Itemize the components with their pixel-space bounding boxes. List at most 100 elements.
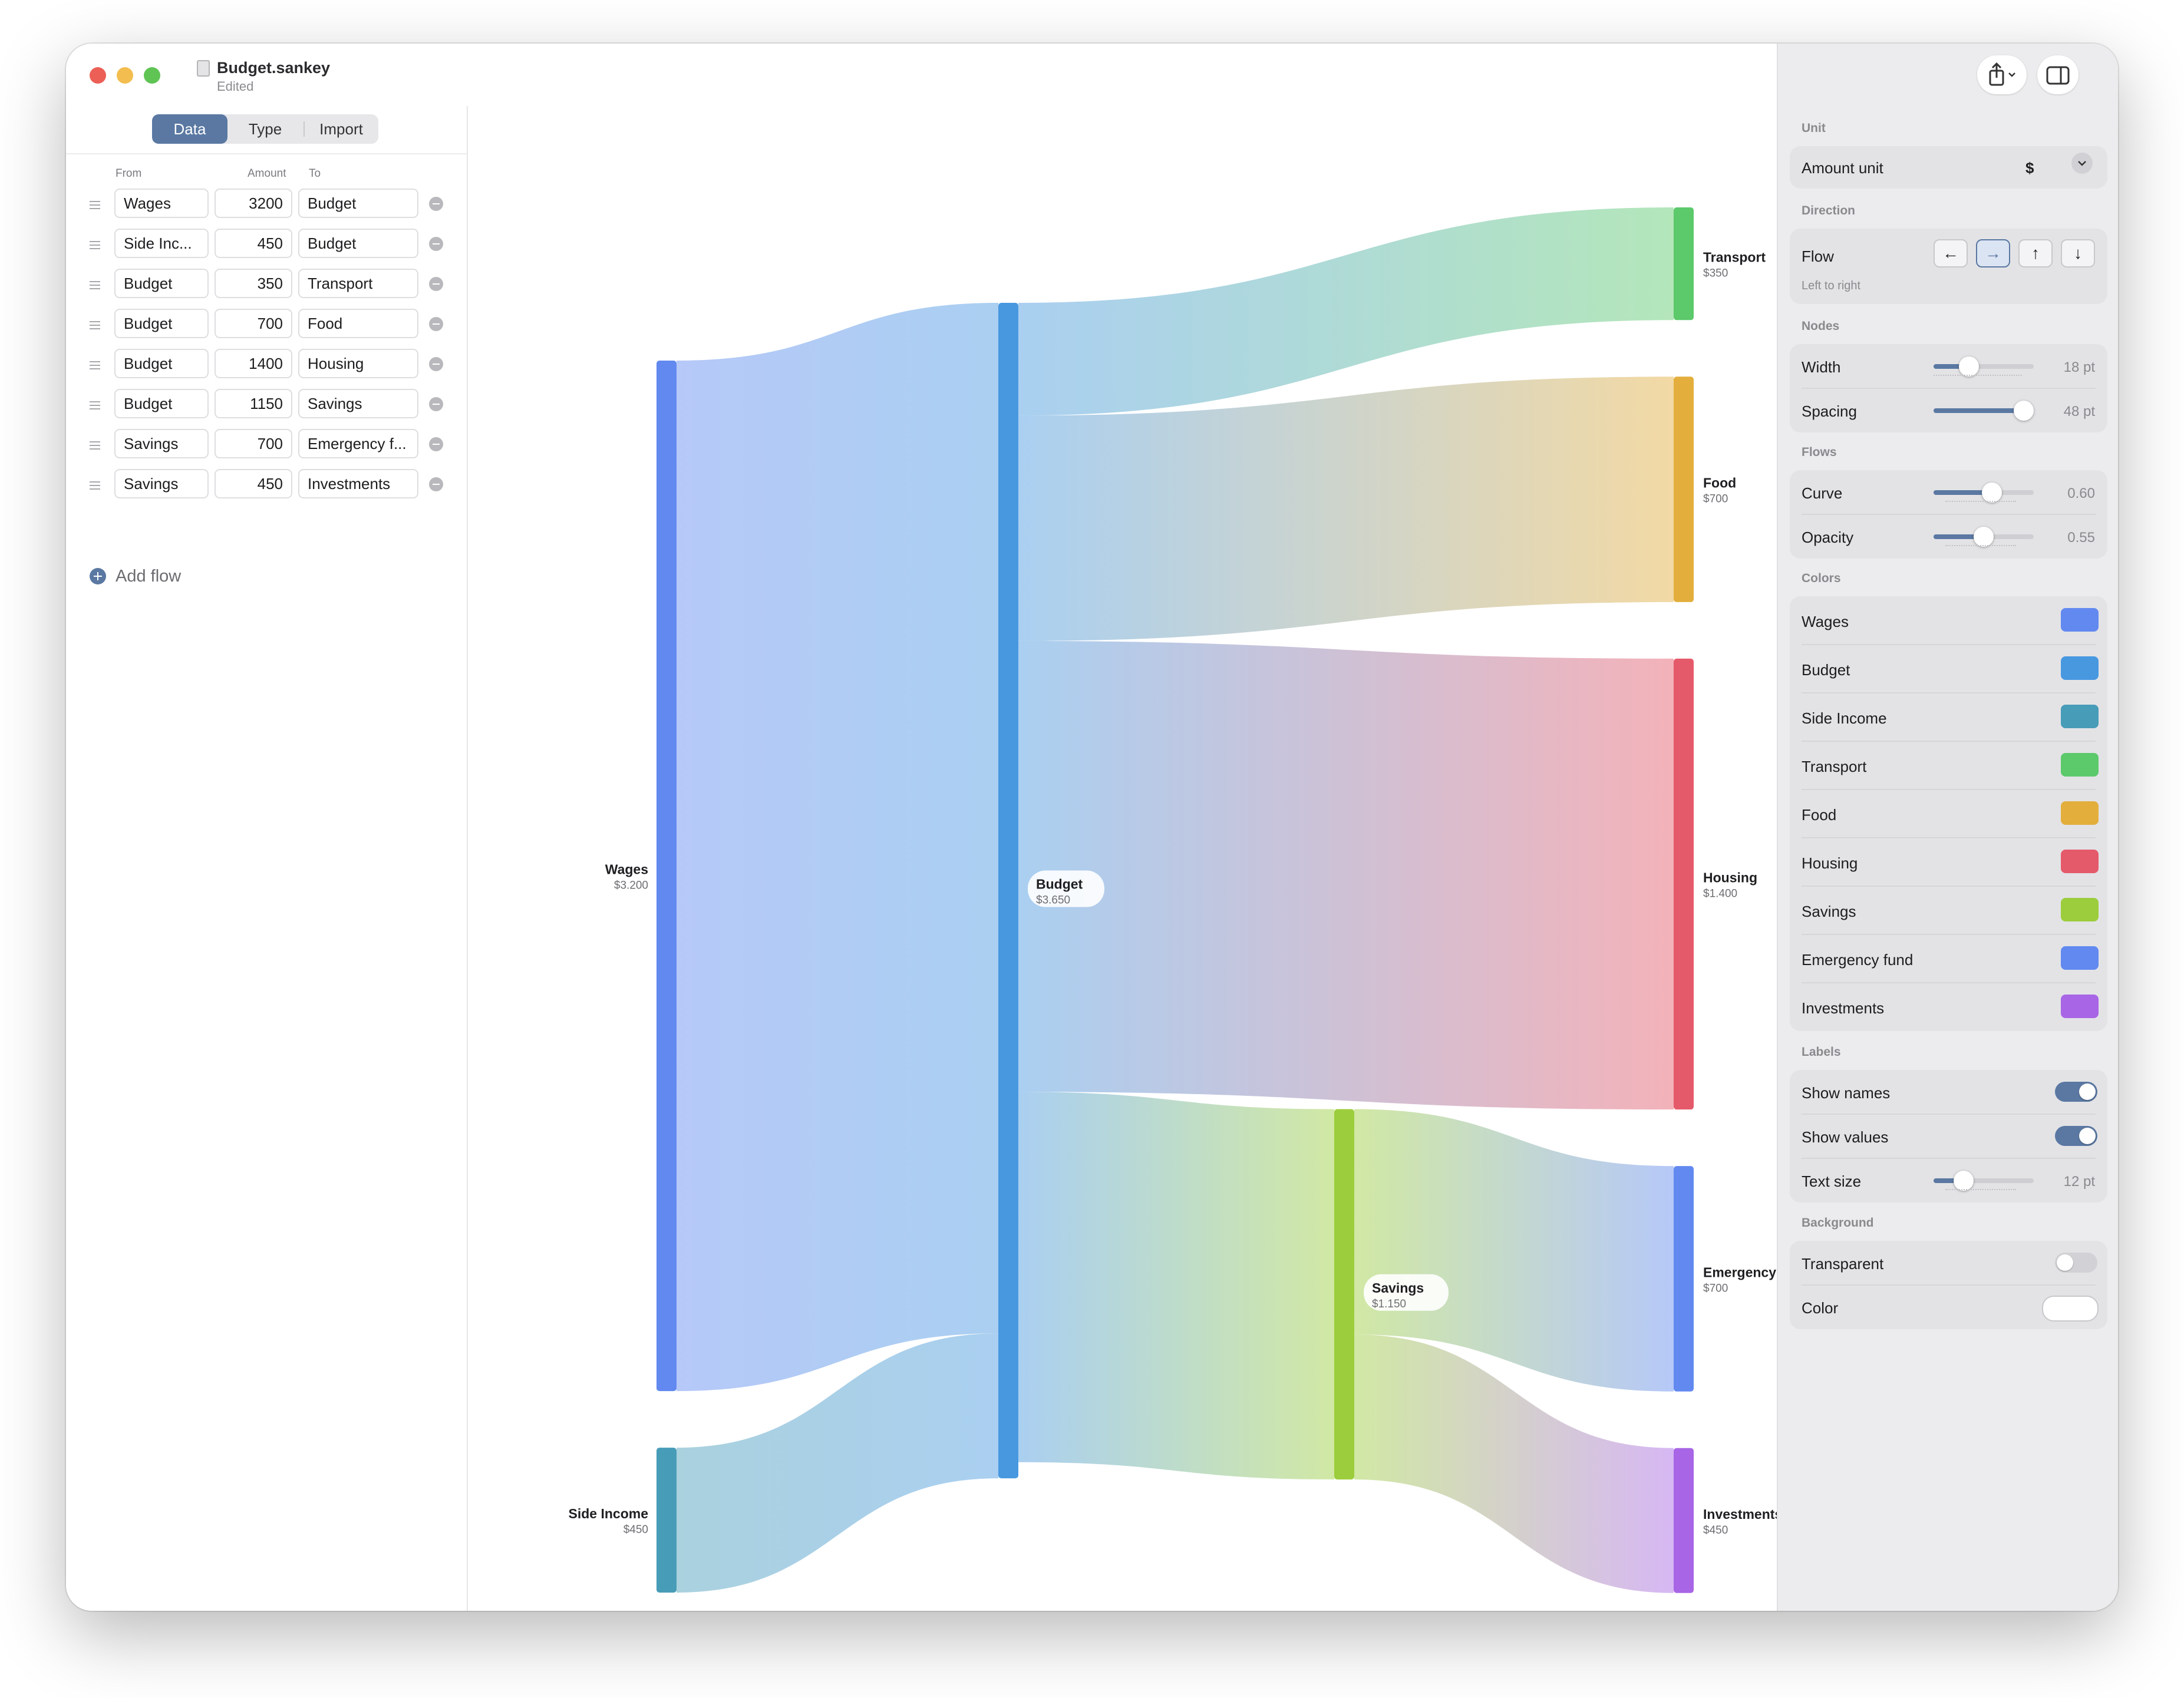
tab-type[interactable]: Type (227, 114, 303, 144)
flow-to-field[interactable]: Budget (298, 189, 418, 218)
flow-from-field[interactable]: Budget (114, 269, 209, 298)
sankey-node-budget[interactable] (998, 303, 1018, 1479)
flow-amount-field[interactable]: 1150 (215, 389, 292, 418)
transparent-toggle[interactable] (2055, 1253, 2097, 1273)
color-swatch[interactable] (2061, 850, 2099, 873)
color-swatch[interactable] (2061, 705, 2099, 728)
amount-unit-value[interactable]: $ (2025, 159, 2034, 177)
remove-flow-button[interactable] (429, 357, 443, 371)
flow-from-field[interactable]: Budget (114, 389, 209, 418)
color-swatch[interactable] (2061, 656, 2099, 680)
flow-from-field[interactable]: Side Inc... (114, 229, 209, 258)
close-window-button[interactable] (90, 67, 106, 84)
minimize-window-button[interactable] (117, 67, 133, 84)
flow-amount-field[interactable]: 350 (215, 269, 292, 298)
opacity-slider[interactable] (1934, 527, 2034, 547)
flow-amount-field[interactable]: 3200 (215, 189, 292, 218)
remove-flow-button[interactable] (429, 197, 443, 211)
sankey-node-investments[interactable] (1674, 1448, 1694, 1593)
tab-import[interactable]: Import (304, 114, 378, 144)
drag-handle-icon[interactable] (90, 321, 100, 329)
flow-from-field[interactable]: Budget (114, 349, 209, 378)
unit-select-button[interactable] (2071, 153, 2093, 174)
sankey-link-budget-to-housing[interactable] (1018, 640, 1674, 1110)
color-row-label: Food (1802, 806, 1837, 824)
drag-handle-icon[interactable] (90, 441, 100, 450)
flow-from-field[interactable]: Wages (114, 189, 209, 218)
remove-flow-button[interactable] (429, 397, 443, 411)
sankey-link-budget-to-food[interactable] (1018, 376, 1674, 641)
curve-slider[interactable] (1934, 483, 2034, 503)
sankey-node-food[interactable] (1674, 376, 1694, 602)
color-swatch[interactable] (2061, 753, 2099, 777)
app-window: Budget.sankey Edited Data Type Import Fr… (66, 44, 2118, 1611)
flow-to-field[interactable]: Housing (298, 349, 418, 378)
color-swatch[interactable] (2061, 608, 2099, 632)
sankey-node-emergency-fund[interactable] (1674, 1166, 1694, 1392)
sankey-node-side-income[interactable] (656, 1448, 677, 1593)
share-menu-button[interactable] (1977, 55, 2027, 94)
remove-flow-button[interactable] (429, 317, 443, 331)
flow-to-field[interactable]: Transport (298, 269, 418, 298)
slider-knob[interactable] (1958, 356, 1979, 376)
sankey-node-housing[interactable] (1674, 658, 1694, 1110)
flow-from-field[interactable]: Budget (114, 309, 209, 338)
color-swatch[interactable] (2061, 801, 2099, 825)
slider-knob[interactable] (1981, 483, 2002, 503)
drag-handle-icon[interactable] (90, 481, 100, 490)
flow-amount-field[interactable]: 700 (215, 429, 292, 458)
flow-row: Side Inc... 450 Budget (66, 227, 467, 260)
remove-flow-button[interactable] (429, 237, 443, 251)
remove-flow-button[interactable] (429, 437, 443, 451)
flow-to-field[interactable]: Emergency f... (298, 429, 418, 458)
background-color-well[interactable] (2042, 1296, 2099, 1322)
remove-flow-button[interactable] (429, 477, 443, 491)
document-status: Edited (217, 79, 254, 94)
flow-from-field[interactable]: Savings (114, 429, 209, 458)
drag-handle-icon[interactable] (90, 401, 100, 409)
color-swatch[interactable] (2061, 898, 2099, 921)
show-names-toggle[interactable] (2055, 1082, 2097, 1102)
toggle-sidebar-button[interactable] (2037, 55, 2079, 94)
flow-from-field[interactable]: Savings (114, 469, 209, 498)
drag-handle-icon[interactable] (90, 241, 100, 249)
show-values-row: Show values (1790, 1114, 2107, 1158)
flow-amount-field[interactable]: 450 (215, 229, 292, 258)
slider-knob[interactable] (2014, 401, 2034, 421)
slider-knob[interactable] (1974, 527, 1994, 547)
flow-to-field[interactable]: Budget (298, 229, 418, 258)
node-spacing-label: Spacing (1802, 402, 1857, 420)
drag-handle-icon[interactable] (90, 281, 100, 289)
text-size-slider[interactable] (1934, 1171, 2034, 1191)
flow-amount-field[interactable]: 1400 (215, 349, 292, 378)
direction-left-button[interactable]: ← (1934, 239, 1968, 267)
flow-amount-field[interactable]: 450 (215, 469, 292, 498)
slider-knob[interactable] (1954, 1171, 1974, 1191)
tab-data[interactable]: Data (152, 114, 227, 144)
drag-handle-icon[interactable] (90, 361, 100, 369)
node-value-budget: $3.650 (1036, 894, 1070, 907)
node-spacing-slider[interactable] (1934, 401, 2034, 421)
slider-ticks (1945, 501, 2016, 503)
sankey-node-transport[interactable] (1674, 207, 1694, 321)
drag-handle-icon[interactable] (90, 201, 100, 209)
direction-up-button[interactable]: ↑ (2018, 239, 2053, 267)
flow-to-field[interactable]: Food (298, 309, 418, 338)
sankey-node-wages[interactable] (656, 361, 677, 1392)
show-values-toggle[interactable] (2055, 1126, 2097, 1146)
remove-flow-button[interactable] (429, 277, 443, 291)
sankey-link-wages-to-budget[interactable] (677, 303, 998, 1392)
flow-to-field[interactable]: Investments (298, 469, 418, 498)
color-swatch[interactable] (2061, 946, 2099, 970)
sankey-node-savings[interactable] (1334, 1109, 1354, 1480)
sankey-link-budget-to-savings[interactable] (1018, 1092, 1334, 1480)
zoom-window-button[interactable] (144, 67, 160, 84)
sidebar-icon (2046, 66, 2070, 85)
color-swatch[interactable] (2061, 995, 2099, 1018)
direction-down-button[interactable]: ↓ (2061, 239, 2095, 267)
flow-amount-field[interactable]: 700 (215, 309, 292, 338)
direction-right-button[interactable]: → (1976, 239, 2010, 267)
flow-to-field[interactable]: Savings (298, 389, 418, 418)
nodes-card: Width 18 pt Spacing 48 pt (1790, 344, 2107, 432)
node-width-slider[interactable] (1934, 356, 2034, 376)
